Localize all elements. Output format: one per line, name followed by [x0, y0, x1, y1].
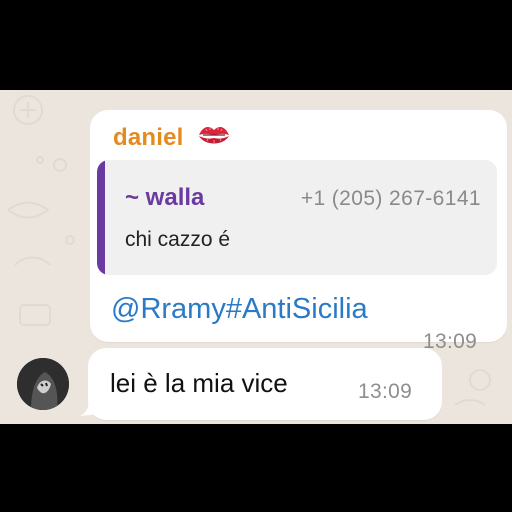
quoted-message[interactable]: ~ walla +1 (205) 267-6141 chi cazzo é	[97, 160, 497, 275]
quoted-phone-number: +1 (205) 267-6141	[300, 187, 481, 210]
message-text: lei è la mia vice	[110, 368, 288, 398]
chat-area: daniel ~ walla +1 (205) 267-6141 chi caz…	[0, 90, 512, 424]
message-bubble-incoming[interactable]: daniel ~ walla +1 (205) 267-6141 chi caz…	[90, 110, 507, 353]
quote-accent-bar	[97, 160, 105, 275]
kiss-mark-icon	[199, 127, 229, 144]
mention-link[interactable]: @Rramy#AntiSicilia	[111, 293, 368, 326]
avatar[interactable]	[17, 358, 69, 410]
quoted-author: ~ walla	[125, 184, 205, 211]
quoted-text: chi cazzo é	[125, 228, 231, 251]
sender-name[interactable]: daniel	[113, 124, 184, 152]
avatar-image	[17, 358, 69, 410]
message-bubble-incoming[interactable]: lei è la mia vice 13:09	[88, 348, 442, 420]
message-timestamp: 13:09	[358, 380, 413, 403]
bubble-tail	[80, 394, 100, 416]
